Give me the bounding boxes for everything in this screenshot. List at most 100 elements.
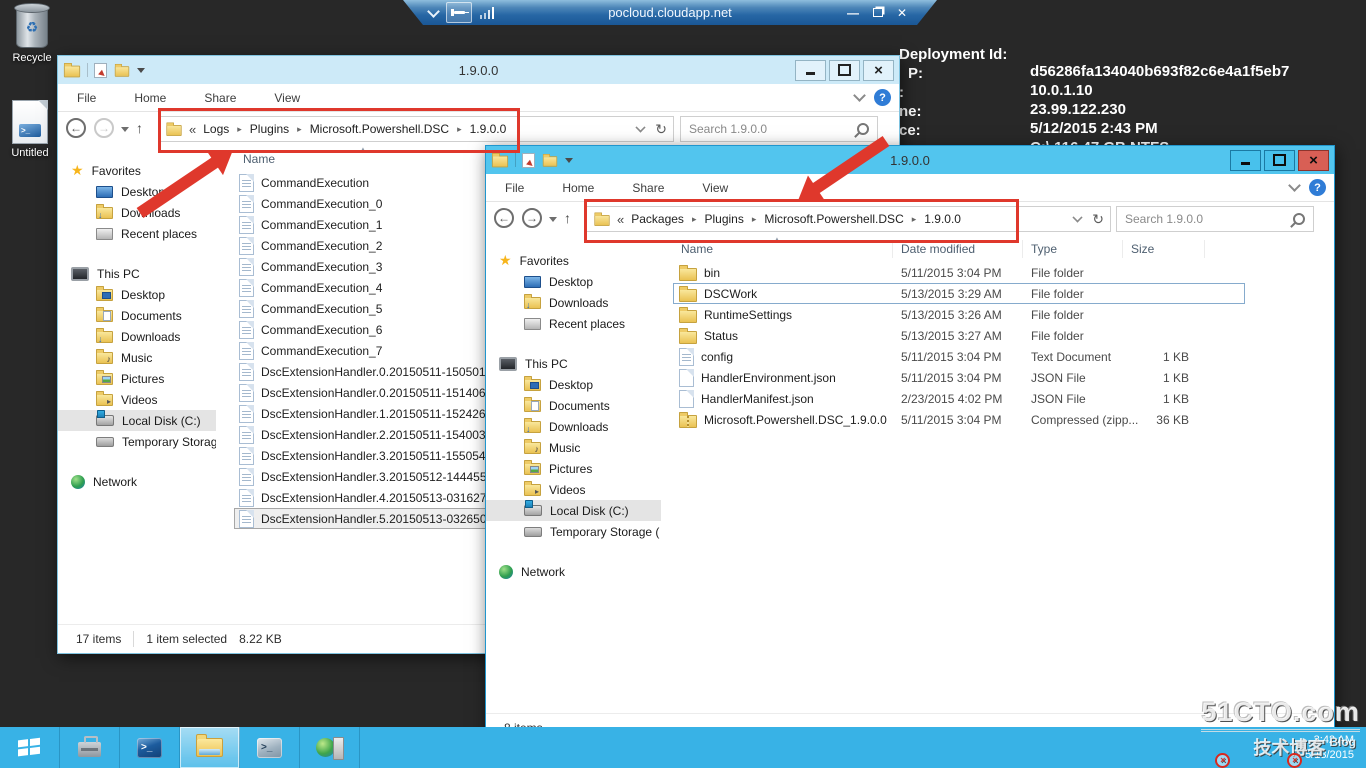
breadcrumb-segment[interactable]: Microsoft.Powershell.DSC	[744, 212, 903, 226]
ribbon-tab[interactable]: Share	[613, 174, 683, 201]
qat-properties-icon[interactable]	[94, 62, 107, 78]
search-input[interactable]: Search 1.9.0.0	[680, 116, 878, 142]
file-row[interactable]: CommandExecution_0	[234, 193, 496, 214]
breadcrumb-ellipsis[interactable]: «	[617, 212, 624, 227]
file-row[interactable]: CommandExecution_2	[234, 235, 496, 256]
sidebar-group-favorites[interactable]: Favorites	[486, 250, 661, 271]
file-row[interactable]: DscExtensionHandler.5.20150513-032650	[234, 508, 496, 529]
file-row[interactable]: DscExtensionHandler.0.20150511-151406	[234, 382, 496, 403]
back-button[interactable]: ←	[494, 208, 514, 228]
file-row[interactable]: RuntimeSettings 5/13/2015 3:26 AM File f…	[673, 304, 1245, 325]
sidebar-item[interactable]: Music	[58, 347, 216, 368]
sidebar-item[interactable]: Downloads	[486, 416, 661, 437]
minimize-button[interactable]	[795, 59, 826, 81]
file-row[interactable]: HandlerEnvironment.json 5/11/2015 3:04 P…	[673, 367, 1245, 388]
sidebar-item[interactable]: Desktop	[58, 181, 216, 202]
ribbon-collapse-icon[interactable]	[853, 89, 866, 102]
minimize-button[interactable]	[1230, 149, 1261, 171]
sidebar-item[interactable]: Local Disk (C:)	[58, 410, 216, 431]
sidebar-item[interactable]: Pictures	[486, 458, 661, 479]
up-button[interactable]: ↑	[564, 210, 571, 226]
search-input[interactable]: Search 1.9.0.0	[1116, 206, 1314, 232]
taskbar-button[interactable]	[300, 727, 360, 768]
rdp-minimize-button[interactable]: —	[847, 8, 859, 18]
file-row[interactable]: Microsoft.Powershell.DSC_1.9.0.0 5/11/20…	[673, 409, 1245, 430]
close-button[interactable]	[1298, 149, 1329, 171]
taskbar-button[interactable]	[60, 727, 120, 768]
ribbon-tab[interactable]: Home	[115, 84, 185, 111]
breadcrumb-ellipsis[interactable]: «	[189, 122, 196, 137]
sidebar-item[interactable]: Desktop	[486, 374, 661, 395]
file-row[interactable]: HandlerManifest.json 2/23/2015 4:02 PM J…	[673, 388, 1245, 409]
sidebar-item[interactable]: Desktop	[486, 271, 661, 292]
taskbar-clock[interactable]: 3:42 AM 5/13/2015	[1305, 733, 1354, 763]
forward-button[interactable]: →	[94, 118, 114, 138]
taskbar-button[interactable]	[240, 727, 300, 768]
address-dropdown-icon[interactable]	[1072, 211, 1083, 223]
sidebar-item[interactable]: Downloads	[58, 202, 216, 223]
titlebar[interactable]: 1.9.0.0	[486, 146, 1334, 174]
ribbon-collapse-icon[interactable]	[1288, 179, 1301, 192]
column-header[interactable]: Name	[673, 240, 893, 258]
breadcrumb-segment[interactable]: Logs	[203, 122, 229, 136]
ribbon-tab[interactable]: Share	[185, 84, 255, 111]
sidebar-group-network[interactable]: Network	[486, 561, 661, 582]
address-bar[interactable]: « PackagesPluginsMicrosoft.Powershell.DS…	[586, 206, 1111, 232]
qat-new-folder-icon[interactable]	[114, 63, 130, 77]
sidebar-item[interactable]: Recent places	[58, 223, 216, 244]
sidebar-item[interactable]: Downloads	[486, 292, 661, 313]
address-bar[interactable]: « LogsPluginsMicrosoft.Powershell.DSC1.9…	[158, 116, 674, 142]
column-header-name[interactable]: Name	[243, 152, 275, 166]
file-row[interactable]: DscExtensionHandler.2.20150511-154003	[234, 424, 496, 445]
maximize-button[interactable]	[1264, 149, 1295, 171]
breadcrumb-segment[interactable]: Plugins	[684, 212, 743, 226]
chevron-down-icon[interactable]	[427, 5, 440, 18]
file-row[interactable]: config 5/11/2015 3:04 PM Text Document 1…	[673, 346, 1245, 367]
qat-dropdown-icon[interactable]	[137, 67, 145, 77]
sidebar-group-favorites[interactable]: Favorites	[58, 160, 216, 181]
sidebar-item[interactable]: Downloads	[58, 326, 216, 347]
column-header[interactable]: Date modified	[893, 240, 1023, 258]
up-button[interactable]: ↑	[136, 120, 143, 136]
pin-button[interactable]	[446, 2, 472, 23]
rdp-restore-button[interactable]	[873, 8, 883, 17]
ribbon-tab[interactable]: Home	[543, 174, 613, 201]
file-row[interactable]: Status 5/13/2015 3:27 AM File folder	[673, 325, 1245, 346]
qat-properties-icon[interactable]	[522, 152, 535, 168]
file-row[interactable]: CommandExecution	[234, 172, 496, 193]
sidebar-item[interactable]: Videos	[58, 389, 216, 410]
ribbon-tab[interactable]: File	[58, 84, 115, 111]
breadcrumb-segment[interactable]: Plugins	[229, 122, 289, 136]
sidebar-item[interactable]: Recent places	[486, 313, 661, 334]
file-row[interactable]: CommandExecution_5	[234, 298, 496, 319]
refresh-icon[interactable]: ↻	[1092, 211, 1104, 228]
sidebar-item[interactable]: Desktop	[58, 284, 216, 305]
taskbar-button[interactable]	[180, 727, 240, 768]
qat-dropdown-icon[interactable]	[565, 157, 573, 167]
sidebar-group-this-pc[interactable]: This PC	[486, 353, 661, 374]
file-row[interactable]: DscExtensionHandler.1.20150511-152426	[234, 403, 496, 424]
close-button[interactable]	[863, 59, 894, 81]
breadcrumb-segment[interactable]: Packages	[631, 212, 684, 226]
maximize-button[interactable]	[829, 59, 860, 81]
sidebar-item[interactable]: Temporary Storage (	[58, 431, 216, 452]
file-row[interactable]: bin 5/11/2015 3:04 PM File folder	[673, 262, 1245, 283]
column-header[interactable]: Type	[1023, 240, 1123, 258]
file-row[interactable]: DscExtensionHandler.3.20150511-155054	[234, 445, 496, 466]
sidebar-group-network[interactable]: Network	[58, 471, 216, 492]
breadcrumb-segment[interactable]: Microsoft.Powershell.DSC	[289, 122, 449, 136]
forward-button[interactable]: →	[522, 208, 542, 228]
ribbon-tab[interactable]: File	[486, 174, 543, 201]
sidebar-item[interactable]: Temporary Storage (	[486, 521, 661, 542]
help-icon[interactable]: ?	[1309, 179, 1326, 196]
sidebar-item[interactable]: Videos	[486, 479, 661, 500]
taskbar-button[interactable]	[120, 727, 180, 768]
history-dropdown-icon[interactable]	[549, 216, 557, 226]
breadcrumb-segment[interactable]: 1.9.0.0	[904, 212, 961, 226]
file-row[interactable]: DSCWork 5/13/2015 3:29 AM File folder	[673, 283, 1245, 304]
file-row[interactable]: CommandExecution_7	[234, 340, 496, 361]
sidebar-group-this-pc[interactable]: This PC	[58, 263, 216, 284]
sidebar-item[interactable]: Music	[486, 437, 661, 458]
column-header[interactable]: Size	[1123, 240, 1205, 258]
ribbon-tab[interactable]: View	[683, 174, 747, 201]
